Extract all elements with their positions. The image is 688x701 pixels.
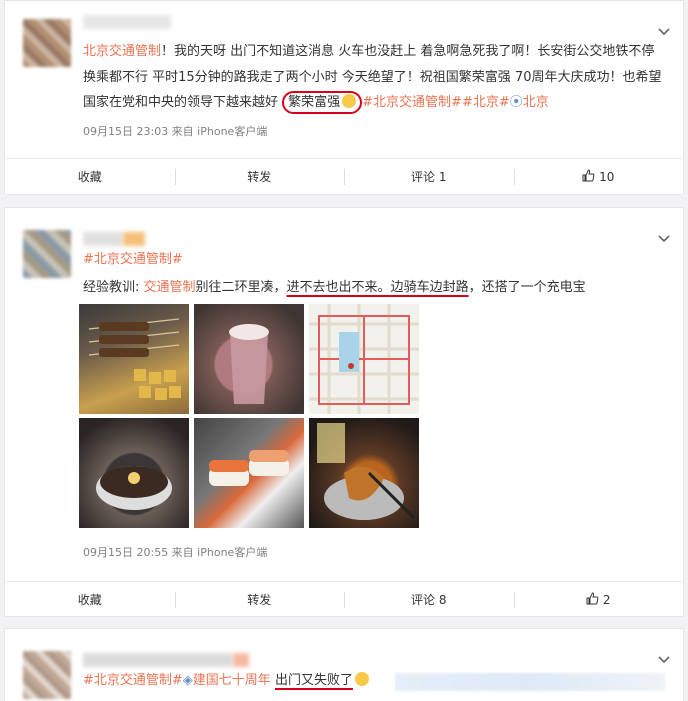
circled-text: 繁荣富强 <box>282 91 363 114</box>
post-card-2: #北京交通管制# 经验教训: 交通管制别往二环里凑，进不去也出不来。边骑车边封路… <box>4 207 684 617</box>
post-meta: 09月15日 20:55 来自 iPhone客户端 <box>83 546 268 559</box>
username-blurred[interactable] <box>83 232 145 246</box>
chevron-down-icon[interactable] <box>657 27 671 37</box>
diamond-icon: ◈ <box>182 673 193 688</box>
location-pin-icon: ⦿ <box>509 95 523 110</box>
thumbs-up-icon <box>582 168 595 185</box>
photo-grid <box>79 304 419 532</box>
post-text: 经验教训: 交通管制别往二环里凑，进不去也出不来。边骑车边封路，还搭了一个充电宝 <box>83 280 586 295</box>
topic-link[interactable]: #北京# <box>462 95 510 110</box>
topic-link[interactable]: #北京交通管制# <box>83 673 183 688</box>
topic-link[interactable]: 交通管制 <box>144 280 196 295</box>
post-card-3: #北京交通管制#◈建国七十周年 出门又失败了 <box>4 628 684 701</box>
collect-button[interactable]: 收藏 <box>5 582 175 617</box>
photo-fried-food[interactable] <box>309 418 419 528</box>
topic-link[interactable]: #北京交通管制# <box>362 95 462 110</box>
topic-link[interactable]: ◈建国七十周年 <box>183 673 271 688</box>
location-link[interactable]: ⦿北京 <box>510 95 549 110</box>
post-text: 北京交通管制！我的天呀 出门不知道这消息 火车也没赶上 着急啊急死我了啊！长安街… <box>83 39 667 116</box>
comment-button[interactable]: 评论 8 <box>344 582 514 617</box>
photo-skewers[interactable] <box>79 304 189 414</box>
comment-button[interactable]: 评论 1 <box>344 159 514 194</box>
action-bar: 收藏 转发 评论 1 10 <box>5 158 683 194</box>
photo-bowl[interactable] <box>79 418 189 528</box>
action-bar: 收藏 转发 评论 8 2 <box>5 581 683 617</box>
smile-emoji-icon <box>342 94 357 108</box>
topic-link[interactable]: 北京交通管制 <box>83 44 161 59</box>
avatar[interactable] <box>23 19 71 67</box>
thumbs-up-icon <box>586 591 599 608</box>
username-blurred[interactable] <box>83 15 171 29</box>
username-blurred[interactable] <box>83 653 249 667</box>
like-button[interactable]: 2 <box>513 582 684 617</box>
collect-button[interactable]: 收藏 <box>5 159 175 194</box>
post-meta: 09月15日 23:03 来自 iPhone客户端 <box>83 125 268 138</box>
post-card-1: 北京交通管制！我的天呀 出门不知道这消息 火车也没赶上 着急啊急死我了啊！长安街… <box>4 0 684 195</box>
chevron-down-icon[interactable] <box>657 234 671 244</box>
photo-map[interactable] <box>309 304 419 414</box>
blurred-text <box>395 673 665 691</box>
like-button[interactable]: 10 <box>513 159 684 194</box>
photo-drink[interactable] <box>194 304 304 414</box>
topic-line: #北京交通管制# <box>83 251 667 269</box>
chevron-down-icon[interactable] <box>657 655 671 665</box>
topic-link[interactable]: #北京交通管制# <box>83 252 183 267</box>
photo-sushi[interactable] <box>194 418 304 528</box>
avatar[interactable] <box>23 651 71 699</box>
smile-emoji-icon <box>354 672 369 686</box>
avatar[interactable] <box>23 230 71 278</box>
repost-button[interactable]: 转发 <box>174 582 345 617</box>
repost-button[interactable]: 转发 <box>174 159 345 194</box>
